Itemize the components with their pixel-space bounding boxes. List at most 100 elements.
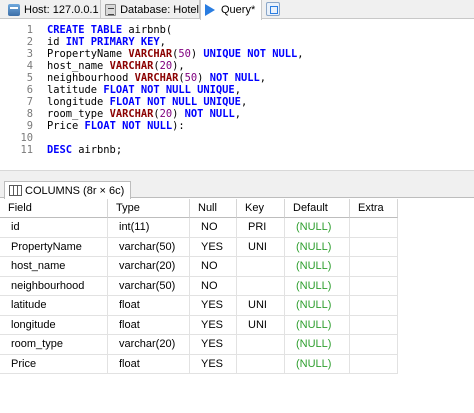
line-number: 6 xyxy=(26,84,33,96)
server-icon xyxy=(8,3,20,16)
code-line[interactable]: 11 DESC airbnb; xyxy=(0,144,474,156)
code-line[interactable]: 6 latitude FLOAT NOT NULL UNIQUE, xyxy=(0,84,474,96)
table-cell-key[interactable] xyxy=(237,354,285,374)
code-text: Price FLOAT NOT NULL): xyxy=(47,120,185,132)
column-header-extra[interactable]: Extra xyxy=(350,199,398,218)
table-cell-extra[interactable] xyxy=(350,354,398,374)
tab-bar: Host: 127.0.0.1 Database: Hotel Query* xyxy=(0,0,474,20)
splitter[interactable] xyxy=(0,170,474,180)
table-cell-null[interactable]: NO xyxy=(190,257,237,277)
tab-query[interactable]: Query* xyxy=(200,0,262,20)
code-token-ident: , xyxy=(259,72,266,84)
table-cell-null[interactable]: YES xyxy=(190,237,237,257)
code-token-nm: 20 xyxy=(159,60,173,72)
column-header-key[interactable]: Key xyxy=(237,199,285,218)
tab-columns-result[interactable]: COLUMNS (8r × 6c) xyxy=(4,181,132,199)
table-cell-field[interactable]: longitude xyxy=(0,315,108,335)
code-token-ty: VARCHAR xyxy=(128,48,173,60)
table-cell-field[interactable]: room_type xyxy=(0,335,108,355)
table-cell-null[interactable]: NO xyxy=(190,218,237,238)
table-cell-default[interactable]: (NULL) xyxy=(285,335,350,355)
table-cell-type[interactable]: int(11) xyxy=(108,218,190,238)
table-cell-field[interactable]: neighbourhood xyxy=(0,276,108,296)
code-token-ident: ), xyxy=(172,60,185,72)
code-line[interactable]: 5 neighbourhood VARCHAR(50) NOT NULL, xyxy=(0,72,474,84)
column-header-default[interactable]: Default xyxy=(285,199,350,218)
code-text: room_type VARCHAR(20) NOT NULL, xyxy=(47,108,241,120)
table-cell-type[interactable]: float xyxy=(108,315,190,335)
grid-empty-area xyxy=(398,199,474,413)
table-cell-null[interactable]: YES xyxy=(190,354,237,374)
code-token-ident: airbnb; xyxy=(78,144,123,156)
table-cell-field[interactable]: latitude xyxy=(0,296,108,316)
code-token-ident: Price xyxy=(47,120,85,132)
table-cell-type[interactable]: varchar(50) xyxy=(108,237,190,257)
code-line[interactable]: 10 xyxy=(0,132,474,144)
code-token-ident: , xyxy=(159,36,166,48)
line-number: 1 xyxy=(26,24,33,36)
tab-database[interactable]: Database: Hotel xyxy=(101,0,200,19)
table-cell-key[interactable]: UNI xyxy=(237,296,285,316)
new-query-tab-icon[interactable] xyxy=(266,2,280,16)
result-grid[interactable]: Field Type Null Key Default Extra id int(11) NO P… xyxy=(0,199,474,413)
database-icon xyxy=(105,3,117,16)
code-text: CREATE TABLE airbnb( xyxy=(47,24,172,36)
table-cell-key[interactable]: UNI xyxy=(237,315,285,335)
grid-icon xyxy=(9,185,22,196)
table-cell-extra[interactable] xyxy=(350,335,398,355)
table-cell-default[interactable]: (NULL) xyxy=(285,276,350,296)
sql-editor[interactable]: 1 CREATE TABLE airbnb(2 id INT PRIMARY KEY… xyxy=(0,20,474,170)
table-cell-key[interactable]: PRI xyxy=(237,218,285,238)
table-cell-extra[interactable] xyxy=(350,276,398,296)
table-cell-default[interactable]: (NULL) xyxy=(285,237,350,257)
table-cell-field[interactable]: PropertyName xyxy=(0,237,108,257)
code-token-kw: NOT NULL xyxy=(184,108,235,120)
tab-host[interactable]: Host: 127.0.0.1 xyxy=(4,0,101,19)
table-cell-key[interactable] xyxy=(237,335,285,355)
table-cell-null[interactable]: YES xyxy=(190,335,237,355)
code-line[interactable]: 3 PropertyName VARCHAR(50) UNIQUE NOT NUL… xyxy=(0,48,474,60)
table-cell-default[interactable]: (NULL) xyxy=(285,257,350,277)
table-cell-extra[interactable] xyxy=(350,237,398,257)
code-token-kw: CREATE TABLE xyxy=(47,24,129,36)
code-text: id INT PRIMARY KEY, xyxy=(47,36,166,48)
table-cell-type[interactable]: varchar(20) xyxy=(108,335,190,355)
table-cell-null[interactable]: NO xyxy=(190,276,237,296)
line-number: 3 xyxy=(26,48,33,60)
line-number: 9 xyxy=(26,120,33,132)
table-cell-key[interactable]: UNI xyxy=(237,237,285,257)
table-cell-type[interactable]: float xyxy=(108,354,190,374)
table-cell-type[interactable]: varchar(20) xyxy=(108,257,190,277)
code-line[interactable]: 8 room_type VARCHAR(20) NOT NULL, xyxy=(0,108,474,120)
table-cell-extra[interactable] xyxy=(350,296,398,316)
code-line[interactable]: 1 CREATE TABLE airbnb( xyxy=(0,24,474,36)
table-cell-null[interactable]: YES xyxy=(190,296,237,316)
code-line[interactable]: 2 id INT PRIMARY KEY, xyxy=(0,36,474,48)
table-cell-default[interactable]: (NULL) xyxy=(285,296,350,316)
code-line[interactable]: 9 Price FLOAT NOT NULL): xyxy=(0,120,474,132)
table-cell-field[interactable]: Price xyxy=(0,354,108,374)
code-token-ident: neighbourhood xyxy=(47,72,135,84)
table-cell-type[interactable]: float xyxy=(108,296,190,316)
table-cell-extra[interactable] xyxy=(350,257,398,277)
column-header-null[interactable]: Null xyxy=(190,199,237,218)
code-line[interactable]: 4 host_name VARCHAR(20), xyxy=(0,60,474,72)
code-token-ident: , xyxy=(234,108,241,120)
code-token-ty: VARCHAR xyxy=(134,72,179,84)
table-cell-key[interactable] xyxy=(237,276,285,296)
table-cell-type[interactable]: varchar(50) xyxy=(108,276,190,296)
table-cell-field[interactable]: host_name xyxy=(0,257,108,277)
column-header-field[interactable]: Field xyxy=(0,199,108,218)
table-cell-default[interactable]: (NULL) xyxy=(285,218,350,238)
code-token-ty: VARCHAR xyxy=(109,108,154,120)
table-cell-default[interactable]: (NULL) xyxy=(285,354,350,374)
code-line[interactable]: 7 longitude FLOAT NOT NULL UNIQUE, xyxy=(0,96,474,108)
column-header-type[interactable]: Type xyxy=(108,199,190,218)
code-text: PropertyName VARCHAR(50) UNIQUE NOT NULL… xyxy=(47,48,304,60)
table-cell-key[interactable] xyxy=(237,257,285,277)
table-cell-extra[interactable] xyxy=(350,315,398,335)
table-cell-default[interactable]: (NULL) xyxy=(285,315,350,335)
table-cell-extra[interactable] xyxy=(350,218,398,238)
table-cell-null[interactable]: YES xyxy=(190,315,237,335)
table-cell-field[interactable]: id xyxy=(0,218,108,238)
